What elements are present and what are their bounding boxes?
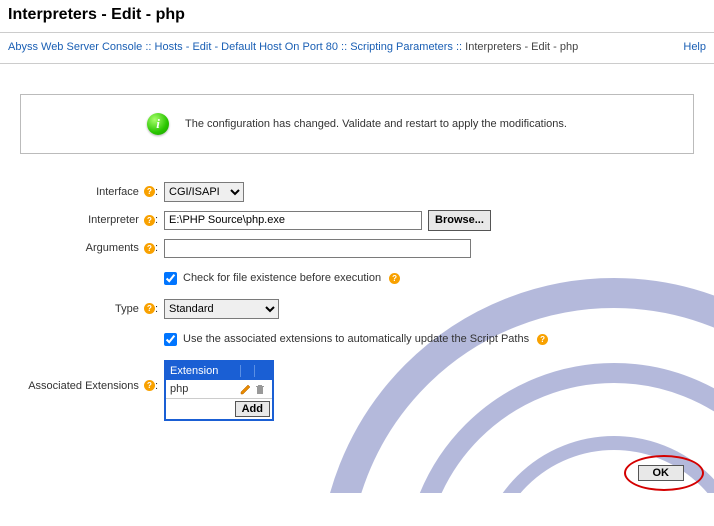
extensions-table: Extension php Add — [164, 360, 274, 421]
page-title: Interpreters - Edit - php — [0, 0, 714, 32]
breadcrumb-scripting[interactable]: Scripting Parameters — [350, 41, 453, 53]
arguments-label: Arguments — [86, 242, 139, 254]
breadcrumb-hosts[interactable]: Hosts - Edit - Default Host On Port 80 — [155, 41, 338, 53]
help-icon[interactable]: ? — [144, 303, 155, 314]
type-label: Type — [115, 303, 139, 315]
breadcrumb-sep: :: — [456, 41, 465, 53]
breadcrumb-current: Interpreters - Edit - php — [465, 41, 578, 53]
ok-button[interactable]: OK — [638, 465, 685, 481]
trash-icon[interactable] — [254, 383, 268, 395]
help-icon[interactable]: ? — [537, 334, 548, 345]
help-icon[interactable]: ? — [144, 380, 155, 391]
table-row: php — [166, 380, 272, 399]
interface-label: Interface — [96, 186, 139, 198]
check-existence-label: Check for file existence before executio… — [183, 272, 381, 284]
ext-header: Extension — [170, 365, 240, 377]
help-link[interactable]: Help — [683, 39, 706, 57]
help-icon[interactable]: ? — [144, 215, 155, 226]
alert-box: i The configuration has changed. Validat… — [20, 94, 694, 154]
breadcrumb-sep: :: — [145, 41, 154, 53]
breadcrumb-console[interactable]: Abyss Web Server Console — [8, 41, 142, 53]
interpreter-input[interactable] — [164, 211, 422, 230]
info-icon: i — [147, 113, 169, 135]
assoc-ext-label: Associated Extensions — [28, 380, 139, 392]
help-icon[interactable]: ? — [144, 243, 155, 254]
ext-header-delete — [254, 365, 268, 377]
interface-select[interactable]: CGI/ISAPI — [164, 182, 244, 202]
check-existence-checkbox[interactable] — [164, 272, 177, 285]
arguments-input[interactable] — [164, 239, 471, 258]
breadcrumb: Help Abyss Web Server Console :: Hosts -… — [0, 32, 714, 64]
add-button[interactable]: Add — [235, 401, 270, 417]
ext-cell: php — [170, 383, 240, 395]
use-assoc-label: Use the associated extensions to automat… — [183, 333, 529, 345]
use-assoc-checkbox[interactable] — [164, 333, 177, 346]
help-icon[interactable]: ? — [144, 186, 155, 197]
browse-button[interactable]: Browse... — [428, 210, 491, 231]
alert-message: The configuration has changed. Validate … — [185, 118, 567, 130]
pencil-icon[interactable] — [240, 383, 254, 395]
help-icon[interactable]: ? — [389, 273, 400, 284]
ext-header-edit — [240, 365, 254, 377]
interpreter-label: Interpreter — [88, 214, 139, 226]
type-select[interactable]: Standard — [164, 299, 279, 319]
form: Interface ?: CGI/ISAPI Interpreter ?: Br… — [0, 182, 714, 449]
breadcrumb-sep: :: — [341, 41, 350, 53]
